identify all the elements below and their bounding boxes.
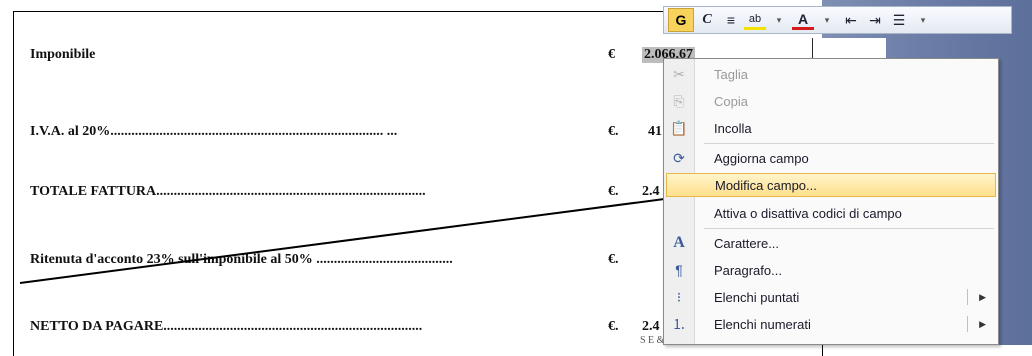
menu-separator (704, 228, 994, 229)
align-center-button[interactable]: ≡ (720, 9, 742, 31)
row-totale-value: 2.4 (642, 184, 660, 199)
menu-item-bullets-label: Elenchi puntati (714, 289, 800, 305)
menu-item-edit-field[interactable]: Modifica campo... (666, 173, 996, 197)
bullets-icon: ⁝ (676, 288, 682, 305)
font-color-button[interactable]: A (792, 11, 814, 30)
menu-item-paragraph[interactable]: ¶ Paragrafo... (666, 258, 996, 282)
update-field-icon: ⟳ (673, 149, 685, 166)
mini-toolbar: G C ≡ ab ▾ A ▾ ⇤ ⇥ ☰ ▾ (663, 6, 1012, 34)
highlight-dropdown-icon[interactable]: ▾ (768, 9, 790, 31)
numbering-icon: ⒈ (672, 316, 686, 332)
row-netto-value: 2.4 (642, 319, 660, 334)
menu-item-cut[interactable]: ✂ Taglia (666, 62, 996, 86)
menu-item-paste[interactable]: 📋 Incolla (666, 116, 996, 140)
bullets-dropdown-icon[interactable]: ▾ (912, 9, 934, 31)
menu-item-cut-label: Taglia (714, 66, 748, 82)
row-imponibile-label: Imponibile (30, 47, 96, 62)
paragraph-icon: ¶ (675, 262, 683, 278)
menu-item-paragraph-label: Paragrafo... (714, 262, 782, 278)
menu-item-edit-field-label: Modifica campo... (715, 177, 817, 193)
submenu-arrow-icon: ▶ (979, 291, 986, 302)
menu-item-numbering[interactable]: ⒈ Elenchi numerati ▶ (666, 312, 996, 336)
row-totale-label: TOTALE FATTURA..........................… (30, 184, 426, 199)
menu-item-numbering-label: Elenchi numerati (714, 316, 811, 332)
row-iva-value: 41 (648, 124, 662, 139)
bold-button[interactable]: G (668, 8, 694, 32)
bullets-icon[interactable]: ☰ (888, 9, 910, 31)
menu-item-font[interactable]: A Carattere... (666, 231, 996, 255)
font-icon: A (673, 234, 685, 251)
decrease-indent-icon[interactable]: ⇤ (840, 9, 862, 31)
menu-item-copy-label: Copia (714, 93, 748, 109)
menu-item-copy[interactable]: ⎘ Copia (666, 89, 996, 113)
row-imponibile-currency: € (608, 47, 615, 62)
submenu-divider (967, 289, 968, 305)
font-color-dropdown-icon[interactable]: ▾ (816, 9, 838, 31)
italic-button[interactable]: C (696, 9, 718, 31)
menu-item-toggle-field-codes[interactable]: Attiva o disattiva codici di campo (666, 201, 996, 225)
submenu-arrow-icon: ▶ (979, 318, 986, 329)
context-menu: ✂ Taglia ⎘ Copia 📋 Incolla ⟳ Aggiorna ca… (663, 58, 999, 345)
highlight-button[interactable]: ab (744, 11, 766, 30)
row-ritenuta-label: Ritenuta d'acconto 23% sull'imponibile a… (30, 252, 453, 267)
increase-indent-icon[interactable]: ⇥ (864, 9, 886, 31)
submenu-divider (967, 316, 968, 332)
row-ritenuta-currency: €. (608, 252, 619, 267)
menu-separator (704, 143, 994, 144)
row-iva-currency: €. (608, 124, 619, 139)
menu-item-update-field[interactable]: ⟳ Aggiorna campo (666, 146, 996, 170)
menu-item-paste-label: Incolla (714, 120, 752, 136)
menu-item-font-label: Carattere... (714, 235, 780, 251)
copy-icon: ⎘ (673, 92, 685, 109)
menu-item-toggle-field-codes-label: Attiva o disattiva codici di campo (714, 205, 902, 221)
row-iva-label: I.V.A. al 20%...........................… (30, 124, 398, 139)
row-netto-label: NETTO DA PAGARE.........................… (30, 319, 423, 334)
paste-icon: 📋 (670, 119, 688, 136)
row-totale-currency: €. (608, 184, 619, 199)
row-netto-currency: €. (608, 319, 619, 334)
scissors-icon: ✂ (673, 65, 685, 82)
menu-item-update-field-label: Aggiorna campo (714, 150, 809, 166)
menu-item-bullets[interactable]: ⁝ Elenchi puntati ▶ (666, 285, 996, 309)
